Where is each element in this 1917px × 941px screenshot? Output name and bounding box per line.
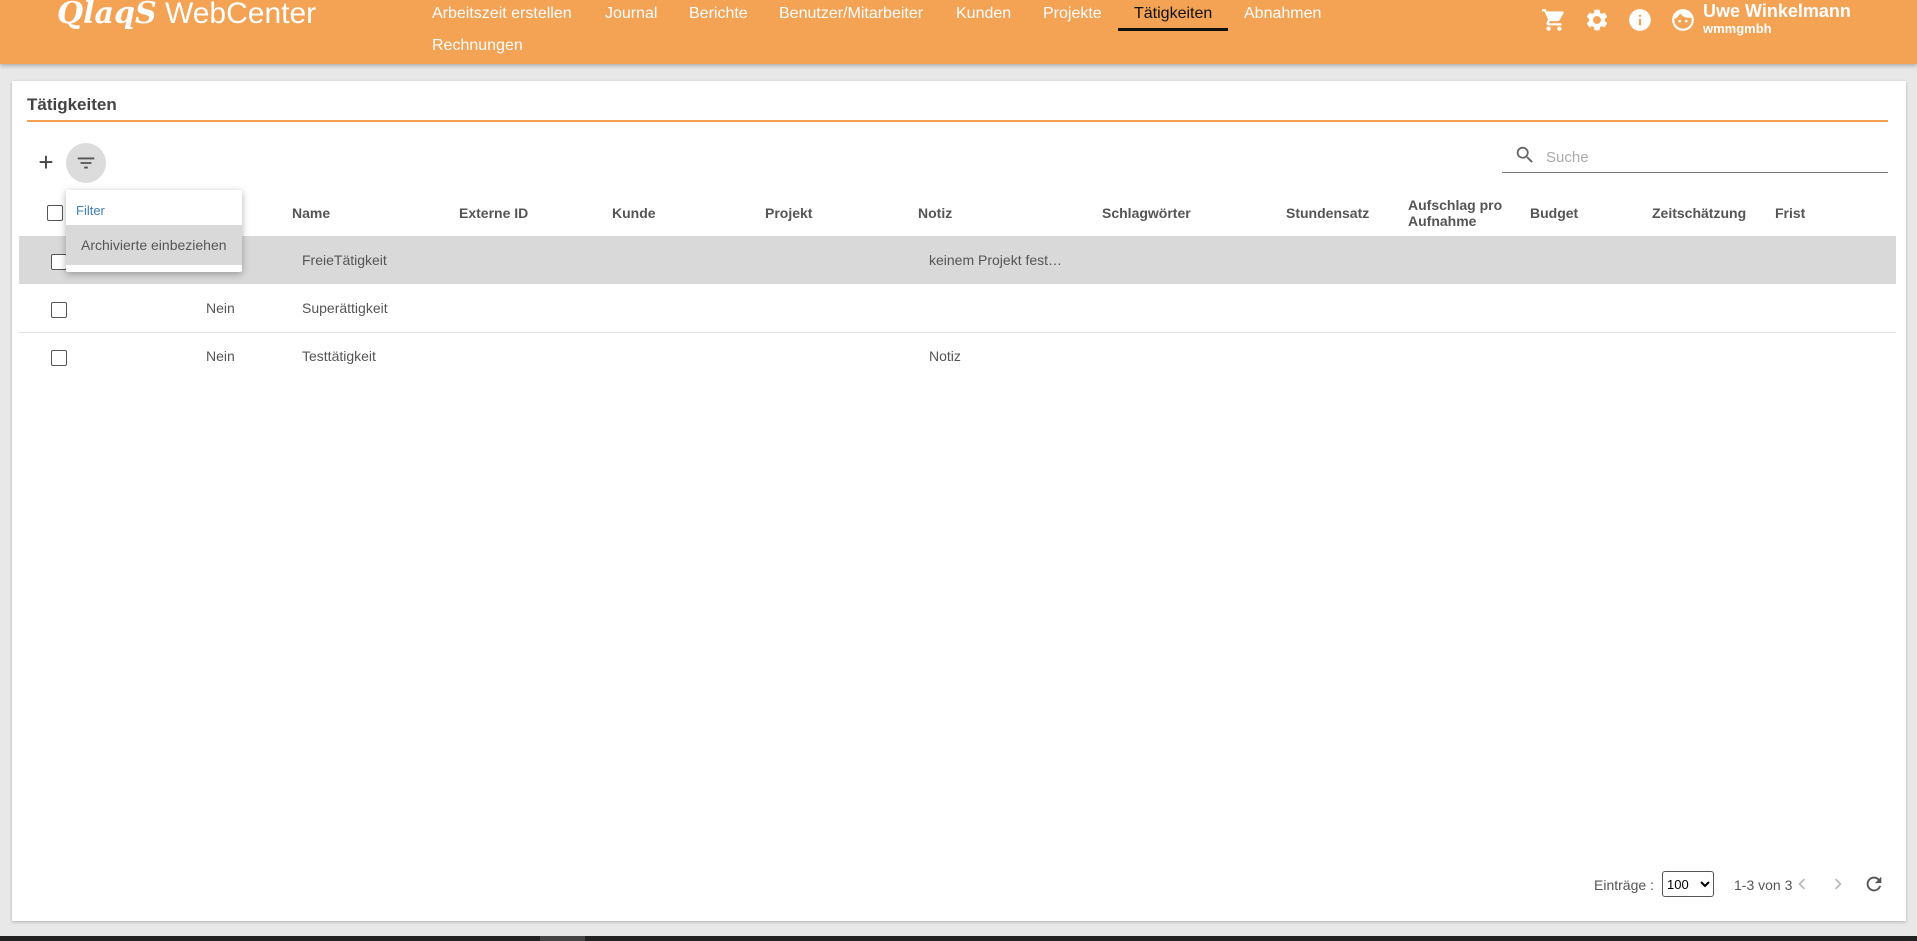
gear-icon[interactable] [1583, 6, 1611, 34]
filter-menu-title: Filter [76, 203, 105, 218]
search-icon [1516, 146, 1533, 163]
table-row[interactable]: Nein Testtätigkeit Notiz [19, 332, 1896, 380]
filter-menu: Filter Archivierte einbeziehen [66, 190, 242, 272]
content-card: Tätigkeiten + ert Name Externe ID Kunde … [12, 81, 1906, 921]
column-header-kunde[interactable]: Kunde [612, 205, 656, 221]
active-tab-indicator [1118, 28, 1228, 31]
row-archiviert: Nein [206, 348, 235, 364]
refresh-icon [1866, 876, 1882, 892]
user-face-icon[interactable] [1669, 6, 1697, 34]
table-row[interactable]: FreieTätigkeit keinem Projekt fest… [19, 236, 1896, 284]
search-box [1502, 142, 1888, 173]
column-header-aufschlag-line1: Aufschlag pro [1408, 197, 1503, 213]
add-button[interactable]: + [32, 149, 60, 177]
row-notiz: keinem Projekt fest… [929, 252, 1063, 268]
column-header-name[interactable]: Name [292, 205, 330, 221]
select-all-checkbox[interactable] [47, 205, 63, 221]
column-header-notiz[interactable]: Notiz [918, 205, 952, 221]
nav-arbeitszeit-erstellen[interactable]: Arbeitszeit erstellen [432, 5, 572, 23]
include-archived-option[interactable]: Archivierte einbeziehen [66, 225, 242, 265]
column-header-externe-id[interactable]: Externe ID [459, 205, 528, 221]
include-archived-label: Archivierte einbeziehen [81, 237, 227, 253]
page-size-select[interactable]: 100 [1662, 871, 1714, 897]
column-header-schlagwoerter[interactable]: Schlagwörter [1102, 205, 1191, 221]
page-size-label: Einträge : [1594, 877, 1654, 893]
row-checkbox[interactable] [51, 254, 67, 270]
nav-rechnungen[interactable]: Rechnungen [432, 37, 523, 55]
taskbar-strip [0, 936, 1917, 941]
app-logo[interactable]: QlaqS WebCenter [57, 0, 316, 31]
filter-button[interactable] [66, 143, 106, 183]
user-name[interactable]: Uwe Winkelmann [1703, 1, 1851, 22]
column-header-aufschlag-line2: Aufnahme [1408, 213, 1477, 229]
info-icon[interactable] [1626, 6, 1654, 34]
nav-berichte[interactable]: Berichte [689, 5, 748, 23]
cart-icon[interactable] [1540, 6, 1568, 34]
row-name: Superättigkeit [302, 300, 388, 316]
nav-journal[interactable]: Journal [605, 5, 657, 23]
row-notiz: Notiz [929, 348, 961, 364]
column-header-projekt[interactable]: Projekt [765, 205, 812, 221]
user-organization: wmmgmbh [1703, 21, 1772, 36]
logo-subtitle: WebCenter [164, 0, 317, 30]
chevron-left-icon [1798, 878, 1806, 890]
nav-taetigkeiten[interactable]: Tätigkeiten [1134, 5, 1212, 23]
logo-brand: QlaqS [57, 0, 157, 31]
nav-benutzer-mitarbeiter[interactable]: Benutzer/Mitarbeiter [779, 5, 923, 23]
nav-kunden[interactable]: Kunden [956, 5, 1011, 23]
row-name: Testtätigkeit [302, 348, 376, 364]
row-checkbox[interactable] [51, 350, 67, 366]
taskbar-segment [540, 936, 585, 941]
row-checkbox[interactable] [51, 302, 67, 318]
column-header-frist[interactable]: Frist [1775, 205, 1805, 221]
next-page-button[interactable] [1827, 873, 1849, 895]
page-range-text: 1-3 von 3 [1734, 877, 1793, 893]
row-archiviert: Nein [206, 300, 235, 316]
row-name: FreieTätigkeit [302, 252, 387, 268]
column-header-aufschlag[interactable]: Aufschlag pro Aufnahme [1408, 197, 1502, 229]
nav-projekte[interactable]: Projekte [1043, 5, 1102, 23]
search-input[interactable] [1544, 145, 1878, 169]
nav-abnahmen[interactable]: Abnahmen [1244, 5, 1321, 23]
title-divider [27, 120, 1888, 122]
chevron-right-icon [1834, 878, 1842, 890]
previous-page-button[interactable] [1791, 873, 1813, 895]
refresh-button[interactable] [1863, 873, 1885, 895]
column-header-budget[interactable]: Budget [1530, 205, 1578, 221]
page-title: Tätigkeiten [27, 95, 117, 114]
column-header-stundensatz[interactable]: Stundensatz [1286, 205, 1369, 221]
table-row[interactable]: Nein Superättigkeit [19, 284, 1896, 333]
column-header-zeitschaetzung[interactable]: Zeitschätzung [1652, 205, 1746, 221]
top-app-bar: QlaqS WebCenter Arbeitszeit erstellen Jo… [0, 0, 1917, 64]
filter-icon [77, 157, 95, 169]
